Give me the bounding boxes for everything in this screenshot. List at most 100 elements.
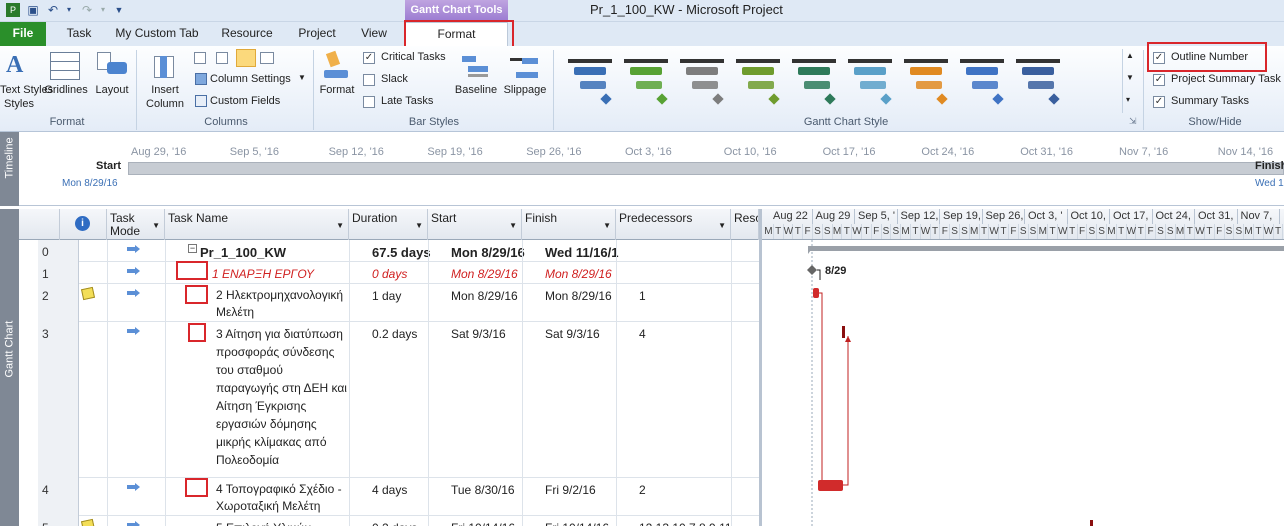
task-name-filter-icon[interactable]: ▼ bbox=[336, 219, 344, 232]
layout-icon[interactable] bbox=[97, 52, 127, 80]
table-row[interactable]: 4 4 Τοπογραφικό Σχέδιο - Χωροταξική Μελέ… bbox=[38, 478, 759, 516]
critical-tasks-label[interactable]: Critical Tasks bbox=[381, 51, 446, 63]
insert-column-label-2[interactable]: Column bbox=[142, 98, 188, 110]
gantt-style-swatch[interactable] bbox=[846, 53, 896, 109]
gantt-style-swatch[interactable] bbox=[1014, 53, 1064, 109]
predecessors-filter-icon[interactable]: ▼ bbox=[718, 219, 726, 232]
row-id[interactable]: 3 bbox=[38, 322, 79, 478]
task-finish[interactable]: Mon 8/29/16 bbox=[541, 284, 635, 309]
save-icon[interactable]: ▣ bbox=[26, 3, 40, 17]
align-center-icon[interactable] bbox=[216, 52, 228, 64]
insert-column-label[interactable]: Insert bbox=[142, 84, 188, 96]
slippage-icon[interactable] bbox=[510, 54, 540, 82]
task-mode-header[interactable]: Task Mode ▼ bbox=[107, 209, 165, 240]
gantt-style-swatch[interactable] bbox=[566, 53, 616, 109]
baseline-label[interactable]: Baseline bbox=[452, 84, 500, 96]
align-right-icon[interactable] bbox=[236, 49, 256, 67]
gantt-bars[interactable]: 8/29 bbox=[762, 240, 1284, 526]
task-name[interactable]: 2 Ηλεκτρομηχανολογική Μελέτη bbox=[212, 284, 368, 324]
gantt-chart[interactable]: Aug 22 Aug 29 Sep 5, ' Sep 12, Sep 19, Sep 26… bbox=[762, 209, 1284, 526]
tab-task[interactable]: Task bbox=[56, 22, 102, 46]
redo-icon[interactable]: ↷ bbox=[80, 3, 94, 17]
table-row[interactable]: 1 1 ΕΝΑΡΞΗ ΕΡΓΟΥ 0 days Mon 8/29/16 Mon … bbox=[38, 262, 759, 284]
task-duration[interactable]: 0.2 days bbox=[368, 516, 447, 526]
tab-my-custom[interactable]: My Custom Tab bbox=[110, 22, 204, 46]
scroll-down-icon[interactable]: ▼ bbox=[1126, 73, 1134, 82]
customize-toolbar-icon[interactable]: ▼ bbox=[112, 3, 126, 17]
task-duration[interactable]: 0.2 days bbox=[368, 322, 447, 347]
task-name-header[interactable]: Task Name ▼ bbox=[165, 209, 349, 240]
gridlines-label[interactable]: Gridlines bbox=[42, 84, 90, 96]
gantt-style-swatch[interactable] bbox=[678, 53, 728, 109]
finish-filter-icon[interactable]: ▼ bbox=[603, 219, 611, 232]
task-start[interactable]: Fri 10/14/16 bbox=[447, 516, 541, 526]
gantt-style-swatch[interactable] bbox=[902, 53, 952, 109]
summary-tasks-label[interactable]: Summary Tasks bbox=[1171, 95, 1249, 107]
task-predecessors[interactable]: 4 bbox=[635, 322, 750, 347]
table-row[interactable]: 3 3 Αίτηση για διατύπωση προσφοράς σύνδε… bbox=[38, 322, 759, 478]
gantt-style-gallery[interactable] bbox=[560, 49, 1120, 113]
task-name[interactable]: 3 Αίτηση για διατύπωση προσφοράς σύνδεση… bbox=[212, 322, 372, 472]
task-mode-filter-icon[interactable]: ▼ bbox=[152, 219, 160, 232]
gallery-more-icon[interactable]: ▾ bbox=[1126, 95, 1130, 104]
task-predecessors[interactable]: 2 bbox=[635, 478, 750, 503]
task-finish[interactable]: Fri 9/2/16 bbox=[541, 478, 635, 503]
gantt-style-swatch[interactable] bbox=[622, 53, 672, 109]
task-name[interactable]: 5 Επιλογή Υλικών bbox=[212, 516, 368, 526]
format-bar-label[interactable]: Format bbox=[316, 84, 358, 96]
gantt-style-swatch[interactable] bbox=[958, 53, 1008, 109]
gantt-style-swatch[interactable] bbox=[734, 53, 784, 109]
task-finish[interactable]: Fri 10/14/16 bbox=[541, 516, 635, 526]
task-duration[interactable]: 1 day bbox=[368, 284, 447, 309]
late-tasks-checkbox[interactable] bbox=[363, 96, 375, 108]
task-predecessors[interactable]: 12,13,10,7,8,9,11 bbox=[635, 516, 750, 526]
text-styles-button[interactable]: A bbox=[4, 50, 34, 84]
undo-dropdown-icon[interactable]: ▾ bbox=[62, 3, 76, 17]
start-filter-icon[interactable]: ▼ bbox=[509, 219, 517, 232]
late-tasks-label[interactable]: Late Tasks bbox=[381, 95, 433, 107]
project-summary-task-checkbox[interactable]: ✓ bbox=[1153, 74, 1165, 86]
duration-header[interactable]: Duration ▼ bbox=[349, 209, 428, 240]
column-settings-button[interactable]: Column Settings bbox=[210, 73, 291, 85]
row-id[interactable]: 5 bbox=[38, 516, 79, 526]
tab-resource[interactable]: Resource bbox=[214, 22, 280, 46]
summary-tasks-checkbox[interactable]: ✓ bbox=[1153, 96, 1165, 108]
task-name[interactable]: 4 Τοπογραφικό Σχέδιο - Χωροταξική Μελέτη bbox=[212, 478, 372, 518]
timeline-bar[interactable] bbox=[128, 162, 1284, 175]
gallery-scroll[interactable]: ▲ ▼ ▾ bbox=[1122, 49, 1136, 113]
row-id[interactable]: 1 bbox=[38, 262, 79, 284]
redo-dropdown-icon[interactable]: ▾ bbox=[96, 3, 110, 17]
format-bar-icon[interactable] bbox=[322, 50, 350, 82]
slippage-label[interactable]: Slippage bbox=[500, 84, 550, 96]
duration-filter-icon[interactable]: ▼ bbox=[415, 219, 423, 232]
task-predecessors[interactable]: 1 bbox=[635, 284, 750, 309]
info-column-header[interactable]: i bbox=[60, 209, 107, 240]
note-icon[interactable] bbox=[80, 286, 96, 301]
align-left-icon[interactable] bbox=[194, 52, 206, 64]
row-id[interactable]: 0 bbox=[38, 240, 79, 262]
table-row[interactable]: 5 5 Επιλογή Υλικών 0.2 days Fri 10/14/16… bbox=[38, 516, 759, 526]
row-id[interactable]: 2 bbox=[38, 284, 79, 322]
project-summary-task-label[interactable]: Project Summary Task bbox=[1171, 73, 1281, 85]
slack-checkbox[interactable] bbox=[363, 74, 375, 86]
tab-file[interactable]: File bbox=[0, 22, 46, 46]
note-icon[interactable] bbox=[80, 518, 96, 526]
select-all-cell[interactable] bbox=[19, 209, 60, 240]
baseline-icon[interactable] bbox=[462, 54, 492, 82]
row-id[interactable]: 4 bbox=[38, 478, 79, 516]
gantt-style-dialog-launcher[interactable]: ⇲ bbox=[1129, 116, 1137, 127]
gridlines-icon[interactable] bbox=[50, 52, 80, 80]
table-row[interactable]: 0 − Pr_1_100_KW 67.5 days Mon 8/29/16 We… bbox=[38, 240, 759, 262]
tab-project[interactable]: Project bbox=[290, 22, 344, 46]
resources-header[interactable]: Reso bbox=[731, 209, 759, 240]
task-duration[interactable]: 4 days bbox=[368, 478, 447, 503]
wrap-text-icon[interactable] bbox=[260, 52, 274, 64]
insert-column-icon[interactable] bbox=[150, 52, 178, 80]
tab-view[interactable]: View bbox=[352, 22, 396, 46]
layout-label[interactable]: Layout bbox=[92, 84, 132, 96]
undo-icon[interactable]: ↶ bbox=[46, 3, 60, 17]
task-start[interactable]: Tue 8/30/16 bbox=[447, 478, 541, 503]
column-settings-dropdown-icon[interactable]: ▼ bbox=[298, 73, 306, 82]
task-start[interactable]: Sat 9/3/16 bbox=[447, 322, 541, 347]
critical-tasks-checkbox[interactable]: ✓ bbox=[363, 52, 375, 64]
